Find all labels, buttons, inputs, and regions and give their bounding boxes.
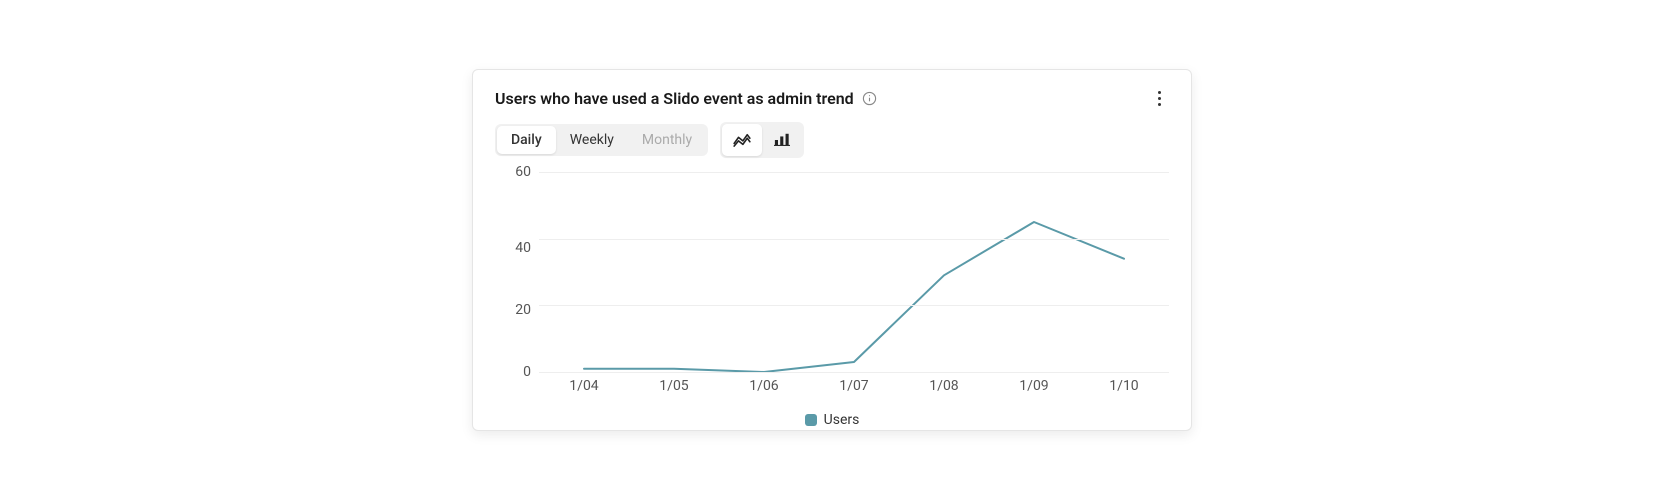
controls-row: Daily Weekly Monthly <box>495 122 1169 158</box>
info-icon[interactable] <box>862 90 878 106</box>
x-tick: 1/06 <box>719 378 809 394</box>
chart-card: Users who have used a Slido event as adm… <box>472 69 1192 431</box>
card-title: Users who have used a Slido event as adm… <box>495 89 854 108</box>
y-tick: 60 <box>515 165 531 179</box>
legend-label: Users <box>824 412 860 428</box>
tab-daily[interactable]: Daily <box>497 126 556 154</box>
x-tick: 1/05 <box>629 378 719 394</box>
chart-type-control <box>720 122 804 158</box>
chart-area: 60 40 20 0 1/041/051/061/071/081/091/10 … <box>495 172 1169 412</box>
legend: Users <box>495 412 1169 428</box>
tab-monthly: Monthly <box>628 126 706 154</box>
y-tick: 20 <box>515 303 531 317</box>
y-axis: 60 40 20 0 <box>495 172 531 372</box>
x-tick: 1/08 <box>899 378 989 394</box>
x-tick: 1/10 <box>1079 378 1169 394</box>
title-wrap: Users who have used a Slido event as adm… <box>495 89 878 108</box>
card-header: Users who have used a Slido event as adm… <box>495 88 1169 108</box>
x-axis: 1/041/051/061/071/081/091/10 <box>539 378 1169 394</box>
bar-chart-icon[interactable] <box>762 124 802 156</box>
y-tick: 40 <box>515 241 531 255</box>
tab-weekly[interactable]: Weekly <box>556 126 628 154</box>
line-series <box>539 172 1169 372</box>
x-tick: 1/04 <box>539 378 629 394</box>
line-chart-icon[interactable] <box>722 124 762 156</box>
granularity-segmented-control: Daily Weekly Monthly <box>495 124 708 156</box>
kebab-menu-icon[interactable] <box>1149 88 1169 108</box>
plot-area <box>539 172 1169 372</box>
x-tick: 1/09 <box>989 378 1079 394</box>
y-tick: 0 <box>523 365 531 379</box>
legend-swatch <box>805 414 817 426</box>
x-tick: 1/07 <box>809 378 899 394</box>
